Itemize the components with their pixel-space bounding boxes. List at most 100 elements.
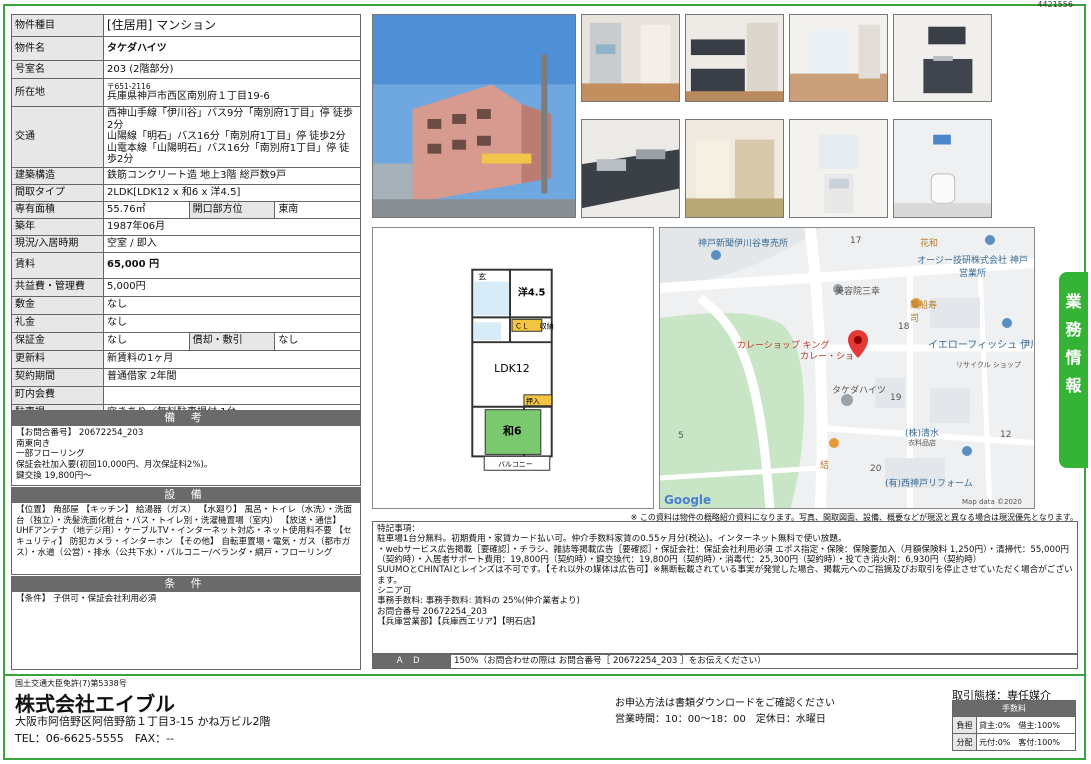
- conditions-body: 【条件】 子供可・保証会社利用必須: [11, 592, 361, 670]
- value-room: 203 (2階部分): [103, 60, 361, 79]
- value-built: 1987年06月: [103, 217, 361, 236]
- special-line: 駐車場1台分無料。初期費用・家賃カード払い可。仲介手数料家賃の0.55ヶ月分(税…: [377, 534, 847, 545]
- commission-row-label: 負担: [952, 716, 977, 734]
- postal-code: 〒651-2116: [107, 81, 151, 91]
- value-renewal: 新賃料の1ヶ月: [103, 349, 361, 369]
- label-transport: 交通: [11, 106, 104, 168]
- ldk-label: LDK12: [494, 362, 530, 375]
- transport-line: 山陽線「明石」バス16分「南別府1丁目」停 徒歩2分: [107, 131, 346, 142]
- value-key-money: なし: [103, 313, 361, 333]
- map-block-number: 19: [890, 393, 902, 403]
- commission-header: 手数料: [952, 700, 1076, 717]
- value-direction: 東南: [274, 200, 361, 219]
- value-layout: 2LDK[LDK12 x 和6 x 洋4.5]: [103, 183, 361, 202]
- property-spec-table: 物件種目 [住居用] マンション 物件名 タケダハイツ 号室名 203 (2階部分) …: [11, 14, 361, 423]
- label-town-fee: 町内会費: [11, 385, 104, 405]
- label-type: 物件種目: [11, 14, 104, 37]
- room-photo-5[interactable]: [581, 119, 680, 218]
- value-town-fee: [103, 385, 361, 405]
- commission-row-label: 分配: [952, 733, 977, 751]
- room-photo-2[interactable]: [685, 14, 784, 102]
- map-label: 神戸新聞伊川谷専売所: [698, 239, 789, 249]
- map-label: タケダハイツ: [832, 386, 886, 396]
- value-transport: 西神山手線「伊川谷」バス9分「南別府1丁目」停 徒歩2分 山陽線「明石」バス16…: [103, 106, 361, 168]
- business-hours: 営業時間：10：00〜18：00 定休日：水曜日: [615, 714, 826, 725]
- location-map[interactable]: 神戸新聞伊川谷専売所 花和 オージー技研株式会社 神戸営業所 美容院三幸 築船寿…: [659, 227, 1035, 509]
- company-address: 大阪市阿倍野区阿倍野筋１丁目3-15 かね万ビル2階: [15, 715, 271, 728]
- transport-line: 西神山手線「伊川谷」バス9分「南別府1丁目」停 徒歩2分: [107, 108, 353, 131]
- reference-id: 4421556: [1037, 0, 1073, 9]
- label-name: 物件名: [11, 36, 104, 61]
- apply-method: お申込方法は書類ダウンロードをご確認ください: [615, 698, 835, 709]
- map-label: オージー技研株式会社 神戸営業所: [917, 256, 1028, 279]
- value-structure: 鉄筋コンクリート造 地上3階 総戸数9戸: [103, 166, 361, 185]
- value-contract: 普通借家 2年間: [103, 367, 361, 387]
- ad-value: 150%（お問合わせの際は お問合番号［ 20672254_203 ］をお伝えく…: [454, 656, 766, 666]
- value-guarantee: なし: [103, 331, 190, 351]
- label-renewal: 更新料: [11, 349, 104, 369]
- commission-row-value: 貸主:0% 借主:100%: [976, 716, 1076, 734]
- label-address: 所在地: [11, 78, 104, 107]
- label-amort: 償却・敷引: [188, 331, 276, 351]
- value-rent: 65,000 円: [103, 251, 361, 279]
- map-block-number: 12: [1000, 430, 1012, 440]
- oshiire-label: 押入: [526, 397, 540, 406]
- footer-divider: [5, 674, 1084, 676]
- special-line: お問合番号 20672254_203: [377, 606, 488, 617]
- room-photo-8[interactable]: [893, 119, 992, 218]
- value-status: 空室 / 即入: [103, 234, 361, 253]
- value-fee: 5,000円: [103, 277, 361, 297]
- ad-row: ＡＤ 150%（お問合わせの際は お問合番号［ 20672254_203 ］をお…: [372, 654, 1078, 669]
- room-photo-3[interactable]: [789, 14, 888, 102]
- special-line: SUUMOとCHINTAIとレインズは不可です。【それ以外の媒体は広告可】※無断…: [377, 565, 1073, 586]
- facilities-header: 設 備: [11, 487, 361, 503]
- commission-table: 手数料 負担 貸主:0% 借主:100% 分配 元付:0% 客付:100%: [952, 700, 1076, 751]
- label-fee: 共益費・管理費: [11, 277, 104, 297]
- label-built: 築年: [11, 217, 104, 236]
- value-name: タケダハイツ: [103, 36, 361, 61]
- label-key-money: 礼金: [11, 313, 104, 333]
- map-label: 花和: [920, 239, 939, 249]
- floor-plan[interactable]: 玄 洋4.5 ＣＬ 収納 LDK12 押入 和6 バルコニー: [372, 227, 654, 509]
- conditions-header: 条 件: [11, 576, 361, 592]
- facilities-body: 【位置】 角部屋 【キッチン】 給湯器（ガス） 【水廻り】 風呂・トイレ（水洗）…: [11, 503, 361, 575]
- room-photo-1[interactable]: [581, 14, 680, 102]
- balcony-label: バルコニー: [498, 460, 533, 468]
- special-line: 特記事項：: [377, 524, 420, 534]
- commission-row-value: 元付:0% 客付:100%: [976, 733, 1076, 751]
- room-photo-7[interactable]: [789, 119, 888, 218]
- room-photo-4[interactable]: [893, 14, 992, 102]
- room-photo-6[interactable]: [685, 119, 784, 218]
- map-label: イエローフィッシュ 伊川谷店: [928, 340, 1034, 351]
- map-label: カレー・ショ: [800, 352, 855, 362]
- company-phone: TEL：06-6625-5555 FAX：--: [15, 732, 175, 745]
- side-tab-char: 業: [1065, 292, 1082, 311]
- side-tab-char: 情: [1065, 348, 1082, 367]
- address-text: 兵庫県神戸市西区南別府１丁目19-6: [107, 90, 270, 102]
- label-layout: 間取タイプ: [11, 183, 104, 202]
- transport-line: 山電本線「山陽明石」バス16分「南別府1丁目」停 徒歩2分: [107, 142, 350, 166]
- map-block-number: 17: [850, 236, 862, 246]
- remarks-body: 【お問合番号】 20672254_203 南東向き 一部フローリング 保証会社加…: [11, 426, 361, 486]
- value-type: [住居用] マンション: [103, 14, 361, 37]
- map-label: 美容院三幸: [835, 287, 881, 297]
- label-area: 専有面積: [11, 200, 104, 219]
- business-info-tab[interactable]: 業 務 情 報: [1059, 272, 1088, 468]
- label-direction: 開口部方位: [188, 200, 276, 219]
- label-structure: 建築構造: [11, 166, 104, 185]
- map-block-number: 20: [870, 464, 882, 474]
- map-label: 築船寿司: [910, 301, 938, 324]
- label-status: 現況/入居時期: [11, 234, 104, 253]
- map-block-number: 5: [678, 431, 684, 441]
- label-rent: 賃料: [11, 251, 104, 279]
- side-tab-char: 報: [1065, 376, 1082, 395]
- remarks-header: 備 考: [11, 410, 361, 426]
- exterior-photo[interactable]: [372, 14, 576, 218]
- map-label: 結: [820, 461, 830, 471]
- wa-room-label: 和6: [503, 424, 522, 438]
- map-attribution: Map data ©2020: [962, 498, 1022, 506]
- label-room: 号室名: [11, 60, 104, 79]
- special-line: シニア可: [377, 585, 412, 596]
- map-label: (有)西神戸リフォーム: [885, 479, 973, 489]
- ad-label: ＡＤ: [373, 655, 451, 668]
